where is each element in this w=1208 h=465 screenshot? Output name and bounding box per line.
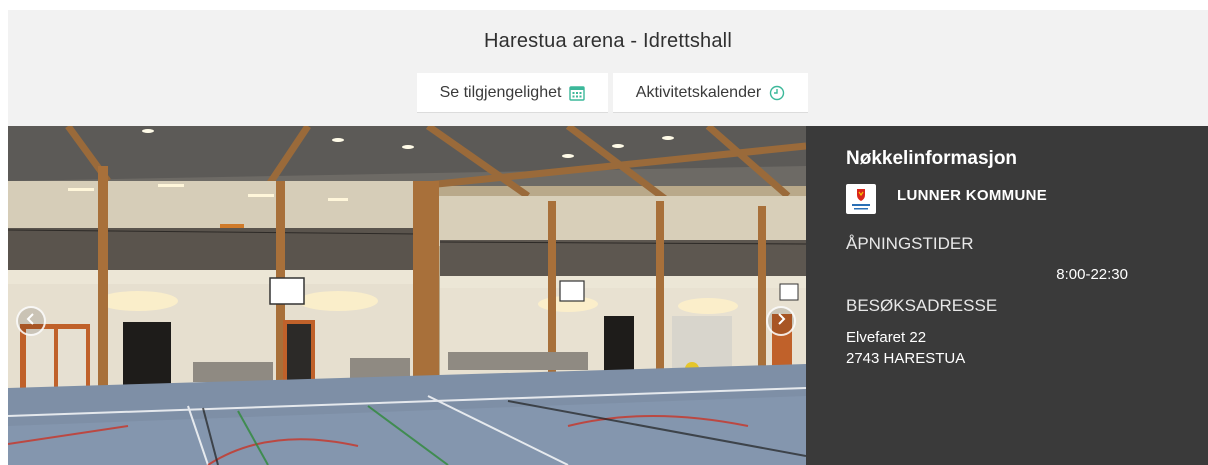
- activity-calendar-label: Aktivitetskalender: [635, 83, 762, 101]
- chevron-left-icon: [25, 312, 37, 331]
- key-info-title: Nøkkelinformasjon: [846, 148, 1018, 169]
- visiting-address-label: BESØKSADRESSE: [846, 296, 998, 315]
- sports-hall-photo: [8, 126, 806, 465]
- gallery-next-button[interactable]: [766, 306, 796, 336]
- availability-button[interactable]: Se tilgjengelighet: [417, 73, 608, 113]
- opening-hours-label: ÅPNINGSTIDER: [846, 234, 974, 253]
- page-title: Harestua arena - Idrettshall: [484, 30, 732, 52]
- chevron-right-icon: [775, 312, 787, 331]
- address-street: Elvefaret 22: [846, 329, 927, 346]
- municipality-name: LUNNER KOMMUNE: [897, 187, 1048, 204]
- key-info-panel: Nøkkelinformasjon LUNNER KOMMUNE ÅPNINGS…: [806, 126, 1208, 465]
- gallery-prev-button[interactable]: [16, 306, 46, 336]
- municipality-logo: [846, 184, 876, 214]
- facility-header: Harestua arena - Idrettshall Se tilgjeng…: [8, 10, 1208, 126]
- availability-label: Se tilgjengelighet: [439, 83, 562, 101]
- clock-icon: [769, 85, 785, 101]
- facility-page: Harestua arena - Idrettshall Se tilgjeng…: [8, 10, 1208, 465]
- address-postal: 2743 HARESTUA: [846, 350, 966, 367]
- activity-calendar-button[interactable]: Aktivitetskalender: [613, 73, 808, 113]
- facility-photo-gallery[interactable]: [8, 126, 806, 465]
- calendar-grid-icon: [569, 85, 586, 101]
- opening-hours-value: 8:00-22:30: [1056, 266, 1128, 283]
